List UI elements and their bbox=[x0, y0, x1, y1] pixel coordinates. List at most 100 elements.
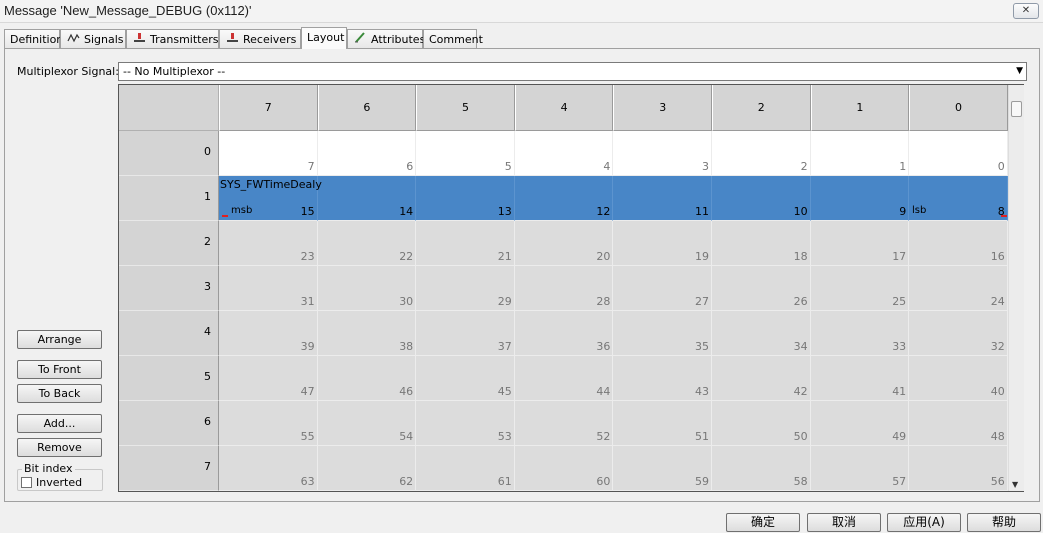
tab-transmitters[interactable]: Transmitters bbox=[126, 29, 219, 49]
row-header: 2 bbox=[119, 221, 219, 266]
add-button[interactable]: Add... bbox=[17, 414, 102, 433]
close-button[interactable]: ✕ bbox=[1013, 3, 1039, 19]
remove-button[interactable]: Remove bbox=[17, 438, 102, 457]
column-header: 4 bbox=[514, 85, 614, 131]
tab-definition[interactable]: Definition bbox=[4, 29, 63, 49]
signal-name[interactable]: SYS_FWTimeDealy bbox=[220, 178, 322, 191]
bit-cell[interactable]: 54 bbox=[317, 401, 417, 446]
bit-cell[interactable]: 6 bbox=[317, 131, 417, 176]
bit-cell[interactable]: 44 bbox=[514, 356, 614, 401]
bit-cell[interactable]: 14 bbox=[317, 176, 417, 221]
bit-number: 13 bbox=[497, 205, 512, 218]
bit-number: 16 bbox=[990, 250, 1005, 263]
bit-cell[interactable]: 57 bbox=[810, 446, 910, 491]
to-back-button[interactable]: To Back bbox=[17, 384, 102, 403]
bit-cell[interactable]: 0 bbox=[909, 131, 1008, 176]
bit-cell[interactable]: 63 bbox=[219, 446, 318, 491]
bit-cell[interactable]: 28 bbox=[514, 266, 614, 311]
bit-cell[interactable]: 26 bbox=[712, 266, 811, 311]
multiplexor-select[interactable]: -- No Multiplexor -- ▼ bbox=[118, 62, 1027, 81]
bit-cell[interactable]: 17 bbox=[810, 221, 910, 266]
inverted-checkbox[interactable] bbox=[21, 477, 32, 488]
layout-grid[interactable]: 7 6 5 4 3 2 1 0 0 7 6 5 4 3 2 1 0 1 15 14 13 12 11 10 9 8 2 23 22 21 2… bbox=[118, 84, 1024, 492]
chevron-down-icon[interactable]: ▼ bbox=[1016, 63, 1023, 80]
scroll-down-icon[interactable]: ▼ bbox=[1012, 480, 1018, 489]
bit-cell[interactable]: 50 bbox=[712, 401, 811, 446]
bit-cell[interactable]: 46 bbox=[317, 356, 417, 401]
to-front-button[interactable]: To Front bbox=[17, 360, 102, 379]
bit-cell[interactable]: 41 bbox=[810, 356, 910, 401]
inverted-label[interactable]: Inverted bbox=[36, 476, 82, 489]
bit-number: 55 bbox=[300, 430, 315, 443]
bit-cell[interactable]: 38 bbox=[317, 311, 417, 356]
bit-cell[interactable]: 45 bbox=[416, 356, 515, 401]
bit-cell[interactable]: 55 bbox=[219, 401, 318, 446]
bit-cell[interactable]: 19 bbox=[613, 221, 712, 266]
tab-attributes[interactable]: Attributes bbox=[347, 29, 425, 49]
bit-cell[interactable]: 59 bbox=[613, 446, 712, 491]
bit-cell[interactable]: 4 bbox=[514, 131, 614, 176]
bit-cell[interactable]: 35 bbox=[613, 311, 712, 356]
bit-cell[interactable]: 9 bbox=[810, 176, 910, 221]
ok-button[interactable]: 确定 bbox=[726, 513, 800, 532]
bit-cell[interactable]: 23 bbox=[219, 221, 318, 266]
bit-cell[interactable]: 49 bbox=[810, 401, 910, 446]
bit-cell[interactable]: 5 bbox=[416, 131, 515, 176]
bit-number: 38 bbox=[399, 340, 414, 353]
bit-cell[interactable]: 29 bbox=[416, 266, 515, 311]
bit-cell[interactable]: 56 bbox=[909, 446, 1008, 491]
bit-cell[interactable]: 21 bbox=[416, 221, 515, 266]
bit-cell[interactable]: 20 bbox=[514, 221, 614, 266]
bit-cell[interactable]: 30 bbox=[317, 266, 417, 311]
bit-cell[interactable]: 61 bbox=[416, 446, 515, 491]
bit-cell[interactable]: 51 bbox=[613, 401, 712, 446]
bit-number: 59 bbox=[694, 475, 709, 488]
bit-cell[interactable]: 48 bbox=[909, 401, 1008, 446]
bit-cell[interactable]: 12 bbox=[514, 176, 614, 221]
bit-cell[interactable]: 34 bbox=[712, 311, 811, 356]
bit-cell[interactable]: 60 bbox=[514, 446, 614, 491]
apply-button[interactable]: 应用(A) bbox=[887, 513, 961, 532]
grid-corner bbox=[119, 85, 219, 131]
transmitter-icon bbox=[132, 30, 146, 49]
bit-cell[interactable]: 62 bbox=[317, 446, 417, 491]
bit-cell[interactable]: 10 bbox=[712, 176, 811, 221]
tab-receivers[interactable]: Receivers bbox=[219, 29, 301, 49]
bit-cell[interactable]: 39 bbox=[219, 311, 318, 356]
bit-cell[interactable]: 13 bbox=[416, 176, 515, 221]
help-button[interactable]: 帮助 bbox=[967, 513, 1041, 532]
bit-cell[interactable]: 40 bbox=[909, 356, 1008, 401]
bit-cell[interactable]: 42 bbox=[712, 356, 811, 401]
bit-cell[interactable]: 33 bbox=[810, 311, 910, 356]
bit-cell[interactable]: 1 bbox=[810, 131, 910, 176]
bit-cell[interactable]: 58 bbox=[712, 446, 811, 491]
tab-label: Receivers bbox=[243, 33, 297, 46]
bit-cell[interactable]: 2 bbox=[712, 131, 811, 176]
bit-cell[interactable]: 52 bbox=[514, 401, 614, 446]
arrange-button[interactable]: Arrange bbox=[17, 330, 102, 349]
scrollbar-thumb[interactable] bbox=[1011, 101, 1022, 117]
bit-cell[interactable]: 16 bbox=[909, 221, 1008, 266]
vertical-scrollbar[interactable]: ▼ bbox=[1008, 85, 1024, 491]
bit-cell[interactable]: 22 bbox=[317, 221, 417, 266]
bit-cell[interactable]: 43 bbox=[613, 356, 712, 401]
bit-cell[interactable]: 18 bbox=[712, 221, 811, 266]
bit-cell[interactable]: 31 bbox=[219, 266, 318, 311]
bit-cell[interactable]: 3 bbox=[613, 131, 712, 176]
tab-signals[interactable]: Signals bbox=[60, 29, 126, 49]
bit-cell[interactable]: 7 bbox=[219, 131, 318, 176]
cancel-button[interactable]: 取消 bbox=[807, 513, 881, 532]
bit-cell[interactable]: 11 bbox=[613, 176, 712, 221]
bit-cell[interactable]: 27 bbox=[613, 266, 712, 311]
bit-cell[interactable]: 25 bbox=[810, 266, 910, 311]
bit-cell[interactable]: 24 bbox=[909, 266, 1008, 311]
bit-cell[interactable]: 36 bbox=[514, 311, 614, 356]
tab-comment[interactable]: Comment bbox=[423, 29, 483, 49]
bit-cell[interactable]: 32 bbox=[909, 311, 1008, 356]
bit-cell[interactable]: 47 bbox=[219, 356, 318, 401]
bit-number: 32 bbox=[990, 340, 1005, 353]
bit-cell[interactable]: 37 bbox=[416, 311, 515, 356]
tab-layout[interactable]: Layout bbox=[301, 27, 347, 49]
bit-cell[interactable]: 53 bbox=[416, 401, 515, 446]
multiplexor-value: -- No Multiplexor -- bbox=[123, 65, 226, 78]
